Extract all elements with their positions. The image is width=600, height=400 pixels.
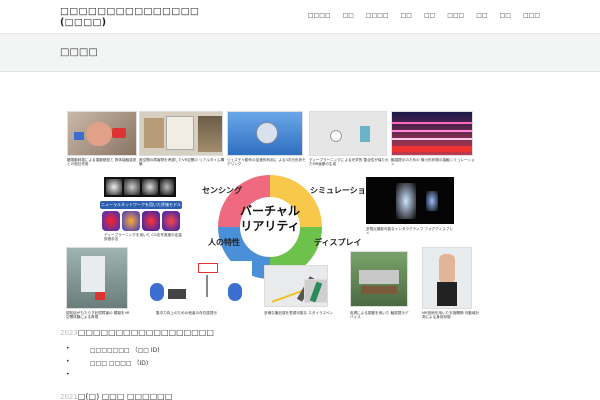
nav-item-9[interactable]: □□□ bbox=[523, 12, 540, 19]
nav-item-2[interactable]: □□ bbox=[343, 12, 354, 19]
caption-12: MR技術を用いた手指関節 可動域計測による身体評価 bbox=[422, 311, 480, 320]
news-year-2021: 2021 bbox=[60, 393, 78, 400]
caption-10: 多様な筆記感を表現可能な スタイラスペン bbox=[264, 311, 334, 315]
wheel-label-sensing: センシング bbox=[202, 186, 242, 195]
wheel-center-line1: バーチャル bbox=[240, 204, 300, 218]
caption-2: 実空間の障害物を考慮したVR空間の リアルタイム構築 bbox=[139, 158, 225, 167]
nav-item-6[interactable]: □□□ bbox=[447, 12, 464, 19]
news-heading-2021: 2021□(□) □□□ □□□□□□ bbox=[60, 392, 172, 400]
thumb-3d-modeling bbox=[227, 111, 303, 156]
thumb-concentration bbox=[142, 261, 252, 307]
news-item-3[interactable] bbox=[66, 371, 160, 384]
page-title: □□□□ bbox=[60, 47, 98, 58]
thumb-vr-room bbox=[139, 111, 223, 156]
news-item-1[interactable]: □□□□□□□ （□□ ID) bbox=[66, 345, 160, 358]
site-title[interactable]: □□□□□□□□□□□□□□□ (□□□□) bbox=[60, 6, 199, 28]
news-heading-2021-text: □(□) □□□ □□□□□□ bbox=[77, 392, 173, 400]
thumb-fog-display bbox=[366, 177, 454, 224]
wheel-label-display: ディスプレイ bbox=[314, 238, 362, 247]
research-overview-figure: 腱振動刺激による運動錯覚と 物体接触感覚との相互作用 実空間の障害物を考慮したV… bbox=[60, 105, 480, 327]
thumb-heatmaps bbox=[100, 211, 184, 231]
caption-6: ディープラーニングを用いた CG法写実度の定量評価手法 bbox=[104, 233, 182, 242]
news-heading-2023: 2023□□□□□□□□□□□□□□□□□□ bbox=[60, 328, 214, 337]
news-heading-text: □□□□□□□□□□□□□□□□□□ bbox=[77, 328, 214, 337]
thumb-hand-joint bbox=[422, 247, 472, 309]
caption-11: 皮膚による振動を用いた 触感提示デバイス bbox=[350, 311, 409, 320]
caption-3: ジェスチャ動作の加速的利用に よる3次元形状モデリング bbox=[227, 158, 306, 167]
page-title-band: □□□□ bbox=[0, 33, 600, 72]
nav-item-5[interactable]: □□ bbox=[424, 12, 435, 19]
caption-5: 触感提示のための 微小形状物の接触シミュレーション bbox=[391, 158, 475, 167]
nav-item-1[interactable]: □□□□ bbox=[308, 12, 331, 19]
thumb-tendon-vibration bbox=[67, 111, 137, 156]
news-list: □□□□□□□ （□□ ID) □□□ □□□□ （ID) bbox=[66, 345, 160, 384]
nav-item-4[interactable]: □□ bbox=[401, 12, 412, 19]
nav-item-3[interactable]: □□□□ bbox=[366, 12, 389, 19]
site-header: □□□□□□□□□□□□□□□ (□□□□) □□□□ □□ □□□□ □□ □… bbox=[0, 0, 600, 33]
news-year-2023: 2023 bbox=[60, 329, 78, 337]
nav-item-7[interactable]: □□ bbox=[476, 12, 487, 19]
wheel-label-simulation: シミュレーション bbox=[310, 186, 374, 195]
caption-8: 認知症がもたらす記憶障害の 模擬をVR空間体験による再現 bbox=[66, 311, 130, 320]
main-nav: □□□□ □□ □□□□ □□ □□ □□□ □□ □□ □□□ bbox=[296, 12, 540, 19]
news-item-2[interactable]: □□□ □□□□ （ID) bbox=[66, 358, 160, 371]
thumb-skin-pen bbox=[304, 279, 328, 303]
dnn-model-label: ニューラルネットワークを用いた評価モデル bbox=[100, 201, 182, 209]
caption-4: ディープラーニングによる光学的 整合性が保たれたMR画像の生成 bbox=[309, 158, 389, 167]
caption-7: 多視点撮影可能なインタラクティブ フォグディスプレイ bbox=[366, 227, 453, 236]
thumb-dementia-vr bbox=[66, 247, 128, 309]
caption-9: 集中力向上のための他者の存在感提示 bbox=[156, 311, 218, 315]
caption-1: 腱振動刺激による運動錯覚と 物体接触感覚との相互作用 bbox=[67, 158, 137, 167]
thumb-dnn-renders bbox=[104, 177, 176, 197]
wheel-label-human: 人の特性 bbox=[208, 238, 240, 247]
wheel-center-line2: リアリティ bbox=[240, 219, 300, 233]
thumb-vibration-device bbox=[350, 251, 408, 307]
nav-item-8[interactable]: □□ bbox=[500, 12, 511, 19]
thumb-mr-image bbox=[309, 111, 387, 156]
thumb-tactile-sim bbox=[391, 111, 473, 156]
